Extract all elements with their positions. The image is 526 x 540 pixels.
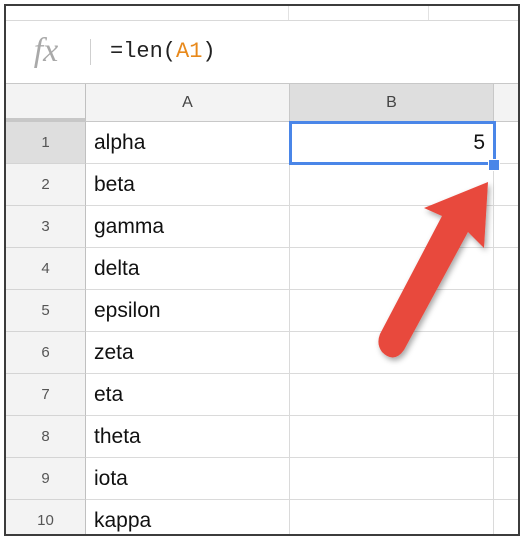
cell-a8[interactable]: theta xyxy=(86,416,290,458)
cell-b2[interactable] xyxy=(290,164,494,206)
column-header-a[interactable]: A xyxy=(86,84,290,122)
row-header[interactable]: 6 xyxy=(6,332,86,374)
cell-c1[interactable] xyxy=(494,122,518,164)
row-header[interactable]: 2 xyxy=(6,164,86,206)
row-header[interactable]: 4 xyxy=(6,248,86,290)
table-row: 9 iota xyxy=(6,458,518,500)
cell-a7[interactable]: eta xyxy=(86,374,290,416)
formula-bar-divider xyxy=(90,39,91,65)
row-header[interactable]: 10 xyxy=(6,500,86,534)
formula-prefix: =len( xyxy=(110,39,177,64)
cell-c7[interactable] xyxy=(494,374,518,416)
table-row: 10 kappa xyxy=(6,500,518,534)
table-row: 6 zeta xyxy=(6,332,518,374)
toolbar-divider xyxy=(428,6,429,20)
table-row: 2 beta xyxy=(6,164,518,206)
column-header-c[interactable] xyxy=(494,84,518,122)
cell-c3[interactable] xyxy=(494,206,518,248)
table-row: 8 theta xyxy=(6,416,518,458)
cell-b10[interactable] xyxy=(290,500,494,534)
formula-bar: fx =len(A1) xyxy=(6,21,518,84)
row-header[interactable]: 5 xyxy=(6,290,86,332)
formula-cell-reference: A1 xyxy=(176,39,203,64)
toolbar-divider xyxy=(288,6,289,20)
formula-suffix: ) xyxy=(202,39,216,64)
top-toolbar-strip xyxy=(6,6,518,21)
row-header[interactable]: 3 xyxy=(6,206,86,248)
cell-a6[interactable]: zeta xyxy=(86,332,290,374)
cell-c4[interactable] xyxy=(494,248,518,290)
column-header-row: A B xyxy=(6,84,518,122)
cell-a3[interactable]: gamma xyxy=(86,206,290,248)
table-row: 3 gamma xyxy=(6,206,518,248)
cell-a2[interactable]: beta xyxy=(86,164,290,206)
row-header[interactable]: 8 xyxy=(6,416,86,458)
cell-c10[interactable] xyxy=(494,500,518,534)
formula-input[interactable]: =len(A1) xyxy=(110,35,216,69)
cell-b1[interactable]: 5 xyxy=(290,122,494,164)
cell-a4[interactable]: delta xyxy=(86,248,290,290)
cell-c6[interactable] xyxy=(494,332,518,374)
cell-b8[interactable] xyxy=(290,416,494,458)
fx-icon: fx xyxy=(33,32,59,69)
sheet-grid: A B 1 alpha 5 2 beta 3 gamma 4 delta 5 epsilon 6 zet… xyxy=(6,84,518,534)
cell-b5[interactable] xyxy=(290,290,494,332)
table-row: 4 delta xyxy=(6,248,518,290)
row-header[interactable]: 1 xyxy=(6,122,86,164)
table-row: 5 epsilon xyxy=(6,290,518,332)
cell-b3[interactable] xyxy=(290,206,494,248)
cell-b7[interactable] xyxy=(290,374,494,416)
spreadsheet-frame: fx =len(A1) A B 1 alpha 5 2 beta 3 gamma 4 delta… xyxy=(4,4,520,536)
cell-a9[interactable]: iota xyxy=(86,458,290,500)
row-header[interactable]: 9 xyxy=(6,458,86,500)
cell-b4[interactable] xyxy=(290,248,494,290)
cell-a1[interactable]: alpha xyxy=(86,122,290,164)
fill-handle[interactable] xyxy=(488,159,500,171)
select-all-corner[interactable] xyxy=(6,84,86,122)
table-row: 7 eta xyxy=(6,374,518,416)
table-row: 1 alpha 5 xyxy=(6,122,518,164)
cell-a5[interactable]: epsilon xyxy=(86,290,290,332)
cell-c9[interactable] xyxy=(494,458,518,500)
cell-c5[interactable] xyxy=(494,290,518,332)
cell-c8[interactable] xyxy=(494,416,518,458)
row-header[interactable]: 7 xyxy=(6,374,86,416)
cell-b6[interactable] xyxy=(290,332,494,374)
cell-b9[interactable] xyxy=(290,458,494,500)
column-header-b[interactable]: B xyxy=(290,84,494,122)
cell-a10[interactable]: kappa xyxy=(86,500,290,534)
